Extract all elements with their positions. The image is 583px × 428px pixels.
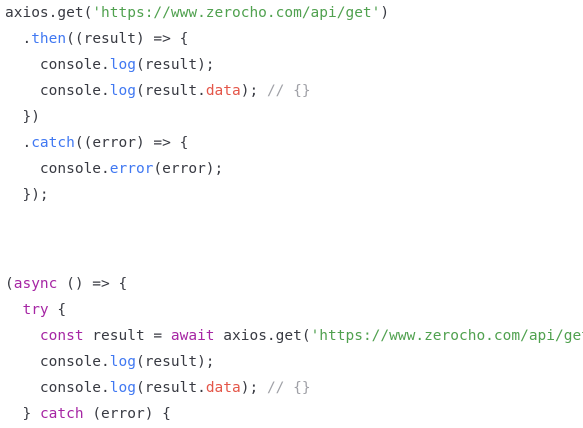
code-token-plain: (result. bbox=[135, 380, 206, 396]
code-line: console.log(result); bbox=[5, 349, 215, 375]
code-token-method: catch bbox=[31, 135, 75, 151]
code-token-keyword: const bbox=[39, 328, 84, 344]
code-line: console.log(result.data); // {} bbox=[5, 78, 311, 104]
code-token-keyword: catch bbox=[39, 406, 84, 422]
code-line: }) bbox=[5, 104, 40, 130]
code-block: axios.get('https://www.zerocho.com/api/g… bbox=[0, 0, 583, 428]
code-token-plain: console. bbox=[39, 380, 110, 396]
code-token-method: log bbox=[109, 380, 136, 396]
code-token-method: then bbox=[31, 31, 67, 47]
code-token-plain: () => { bbox=[57, 276, 128, 292]
code-token-prop: data bbox=[205, 380, 241, 396]
code-token-plain: (result); bbox=[135, 57, 215, 73]
code-line: const result = await axios.get('https://… bbox=[5, 323, 583, 349]
code-token-plain: (result. bbox=[135, 83, 206, 99]
code-token-comment: // {} bbox=[266, 83, 311, 99]
code-line: .then((result) => { bbox=[5, 26, 188, 52]
code-token-plain: console. bbox=[39, 83, 110, 99]
code-token-keyword: async bbox=[13, 276, 58, 292]
code-token-plain: axios.get( bbox=[214, 328, 311, 344]
code-token-plain: (error) { bbox=[83, 406, 171, 422]
code-line: } catch (error) { bbox=[5, 401, 171, 427]
code-token-prop: data bbox=[205, 83, 241, 99]
code-token-plain: (error); bbox=[153, 161, 224, 177]
code-token-plain: axios.get( bbox=[5, 5, 93, 21]
code-line: (async () => { bbox=[5, 271, 127, 297]
code-token-plain: ((result) => { bbox=[66, 31, 189, 47]
code-token-plain: }); bbox=[22, 187, 49, 203]
code-token-plain: . bbox=[22, 31, 32, 47]
code-token-plain: ); bbox=[240, 380, 267, 396]
code-token-plain: result = bbox=[83, 328, 171, 344]
code-token-string: 'https://www.zerocho.com/api/get' bbox=[310, 328, 583, 344]
code-line: axios.get('https://www.zerocho.com/api/g… bbox=[5, 0, 389, 26]
code-token-plain: console. bbox=[39, 161, 110, 177]
code-token-plain: (result); bbox=[135, 354, 215, 370]
code-line: console.log(result); bbox=[5, 52, 215, 78]
code-token-method: log bbox=[109, 83, 136, 99]
code-token-keyword: await bbox=[170, 328, 215, 344]
code-token-string: 'https://www.zerocho.com/api/get' bbox=[92, 5, 381, 21]
code-token-method: error bbox=[109, 161, 154, 177]
code-token-plain: ) bbox=[380, 5, 390, 21]
code-token-plain: . bbox=[22, 135, 32, 151]
code-line: console.log(result.data); // {} bbox=[5, 375, 311, 401]
code-token-plain: ( bbox=[5, 276, 14, 292]
code-token-plain: }) bbox=[22, 109, 40, 125]
code-line: }); bbox=[5, 182, 49, 208]
code-line: .catch((error) => { bbox=[5, 130, 188, 156]
code-token-plain: console. bbox=[39, 57, 110, 73]
code-token-plain: console. bbox=[39, 354, 110, 370]
code-token-method: log bbox=[109, 354, 136, 370]
code-token-method: log bbox=[109, 57, 136, 73]
code-token-keyword: try bbox=[22, 302, 49, 318]
code-token-comment: // {} bbox=[266, 380, 311, 396]
code-token-plain: { bbox=[48, 302, 67, 318]
code-line: try { bbox=[5, 297, 66, 323]
code-line: console.error(error); bbox=[5, 156, 223, 182]
code-token-plain: ((error) => { bbox=[74, 135, 189, 151]
code-token-plain: ); bbox=[240, 83, 267, 99]
code-token-plain: } bbox=[22, 406, 40, 422]
